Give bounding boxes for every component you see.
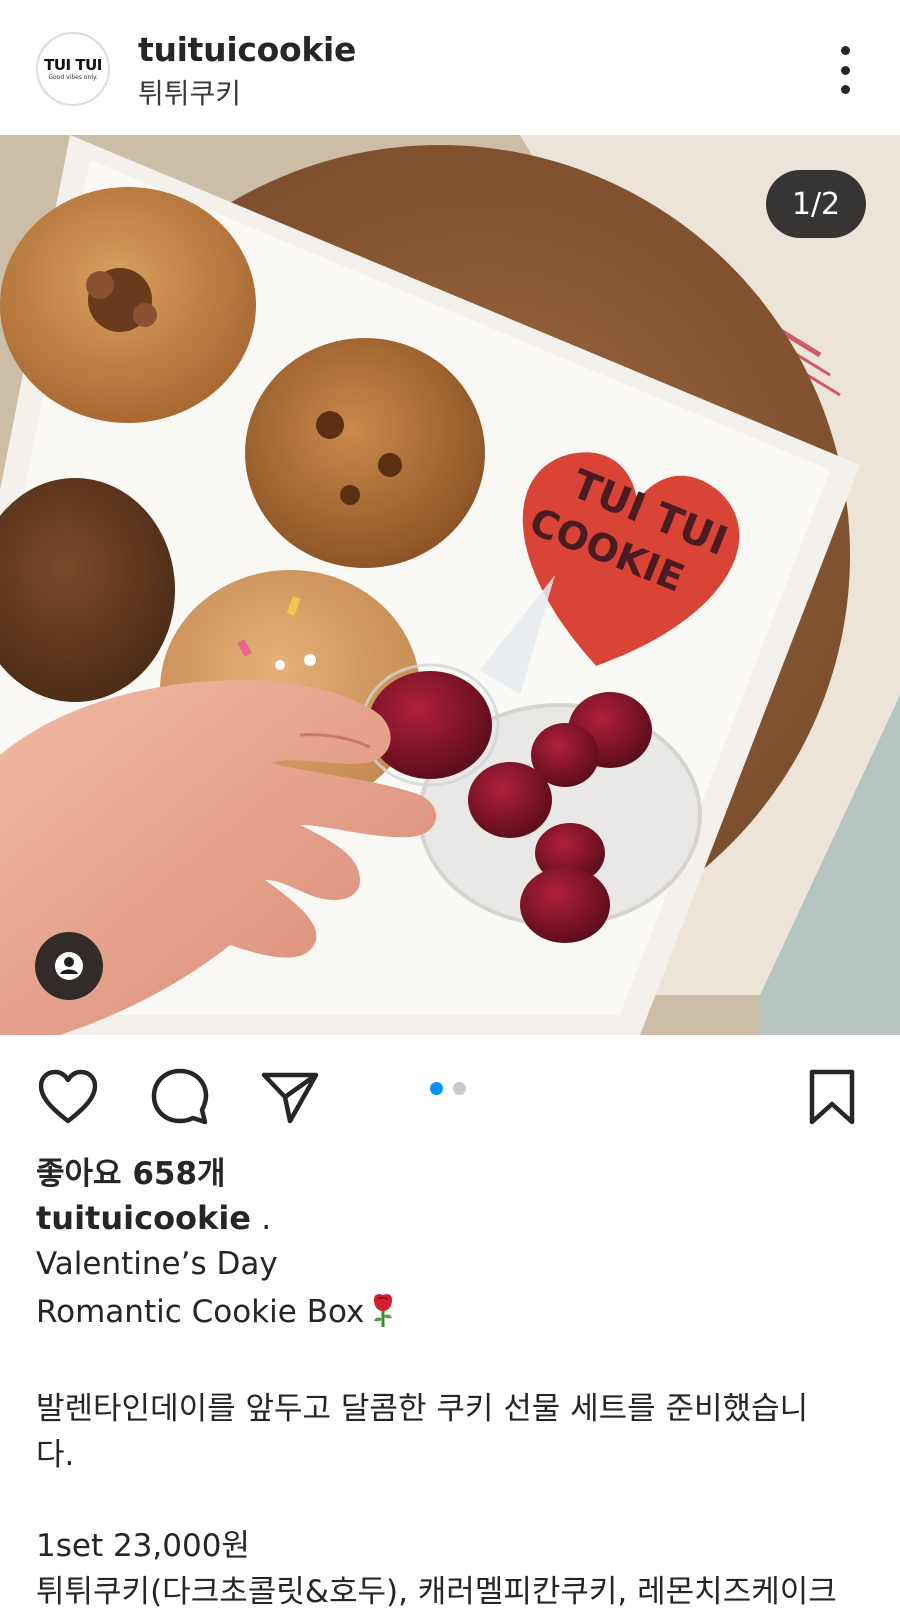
caption-line-4: 다. — [36, 1437, 75, 1473]
caption-line-2-row: Romantic Cookie Box — [36, 1292, 398, 1330]
caption-username[interactable]: tuituicookie — [36, 1199, 251, 1237]
caption-line-2: Romantic Cookie Box — [36, 1294, 365, 1330]
caption-line-3: 발렌타인데이를 앞두고 달콤한 쿠키 선물 세트를 준비했습니 — [36, 1391, 809, 1427]
person-tag-icon[interactable] — [35, 932, 103, 1000]
avatar-logo-subtext: Good vibes only. — [48, 73, 98, 81]
bookmark-icon[interactable] — [800, 1065, 864, 1129]
carousel-indicator — [430, 1082, 466, 1095]
media-counter-badge: 1/2 — [766, 170, 866, 238]
profile-avatar[interactable]: TUI TUI Good vibes only. — [36, 32, 110, 106]
paper-plane-icon[interactable] — [258, 1065, 322, 1129]
likes-count[interactable]: 좋아요 658개 — [36, 1148, 226, 1193]
more-options-icon[interactable] — [830, 46, 860, 94]
post-display-name: 튀튀쿠키 — [138, 77, 242, 110]
carousel-dot — [453, 1082, 466, 1095]
post-username[interactable]: tuituicookie — [138, 30, 356, 69]
avatar-logo-text: TUI TUI — [44, 55, 102, 74]
carousel-dot-active — [430, 1082, 443, 1095]
caption-username-row: tuituicookie . — [36, 1199, 271, 1237]
post-header: TUI TUI Good vibes only. tuituicookie 튀튀… — [0, 0, 900, 135]
comment-icon[interactable] — [148, 1065, 212, 1129]
post-image: TUI TUI COOKIE — [0, 135, 900, 1035]
heart-icon[interactable] — [36, 1065, 100, 1129]
caption-line-1: Valentine’s Day — [36, 1246, 278, 1282]
caption-username-suffix: . — [250, 1199, 272, 1237]
caption-line-5: 1set 23,000원 — [36, 1528, 250, 1564]
rose-emoji — [374, 1294, 393, 1327]
caption-line-6: 튀튀쿠키(다크초콜릿&호두), 캐러멜피칸쿠키, 레몬치즈케이크 — [36, 1574, 837, 1610]
post-photo[interactable]: TUI TUI COOKIE — [0, 135, 900, 1035]
